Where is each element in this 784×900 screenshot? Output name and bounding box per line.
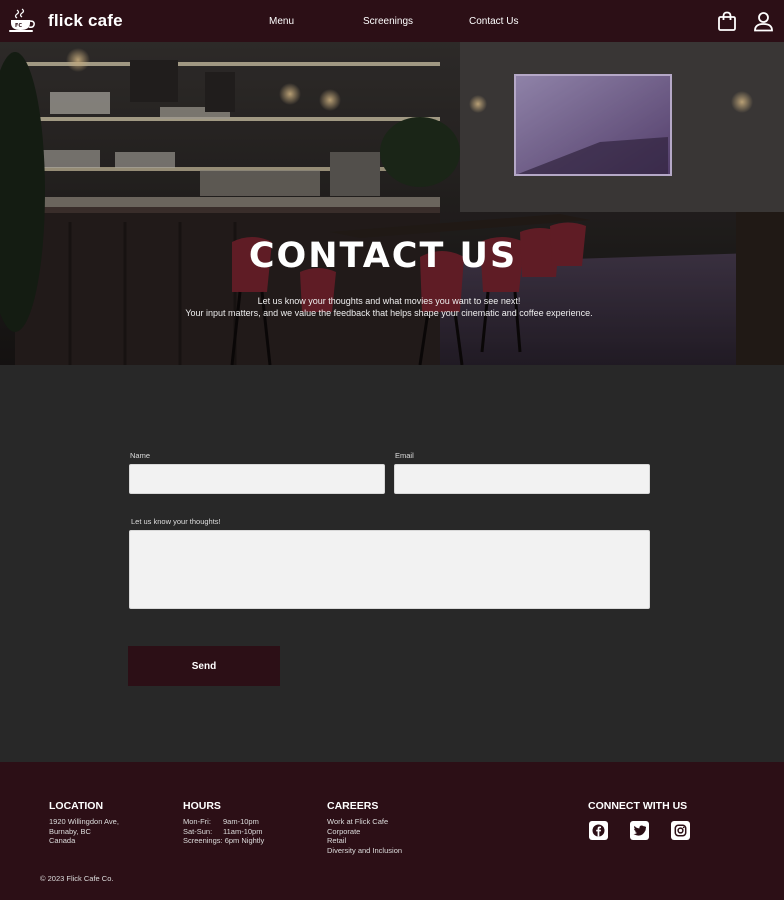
address-line: Burnaby, BC xyxy=(49,826,91,836)
address-line: 1920 Willingdon Ave, xyxy=(49,817,119,826)
shopping-bag-icon[interactable] xyxy=(717,11,737,32)
nav-link-menu[interactable]: Menu xyxy=(269,16,294,27)
instagram-icon[interactable] xyxy=(671,821,690,840)
hours-list: Mon-Fri: 9am-10pm Sat-Sun: 11am-10pm Scree… xyxy=(183,817,264,846)
page-title: CONTACT US xyxy=(248,236,518,276)
careers-link-corporate[interactable]: Corporate xyxy=(327,827,402,837)
coffee-cup-logo-icon[interactable]: FC xyxy=(8,8,36,34)
facebook-icon[interactable] xyxy=(589,821,608,840)
hours-day-label: Sat-Sun: xyxy=(183,826,213,836)
screenings-hours: Screenings: 6pm Nightly xyxy=(183,836,265,846)
svg-text:FC: FC xyxy=(15,23,22,29)
nav-link-contact-us[interactable]: Contact Us xyxy=(469,16,518,27)
email-label: Email xyxy=(395,451,414,460)
user-account-icon[interactable] xyxy=(753,11,774,32)
location-address: 1920 Willingdon Ave, Burnaby, BC Canada xyxy=(49,817,119,846)
top-nav-bar: FC flick cafe Menu Screenings Contact Us xyxy=(0,0,784,42)
twitter-icon[interactable] xyxy=(630,821,649,840)
careers-heading: CAREERS xyxy=(327,800,379,812)
hero-subtitle-line1: Let us know your thoughts and what movie… xyxy=(257,296,521,306)
nav-link-screenings[interactable]: Screenings xyxy=(363,16,413,27)
connect-heading: CONNECT WITH US xyxy=(588,800,688,812)
careers-link-diversity[interactable]: Diversity and Inclusion xyxy=(327,846,402,856)
hours-heading: HOURS xyxy=(183,800,221,812)
careers-links: Work at Flick Cafe Corporate Retail Dive… xyxy=(327,817,402,855)
message-textarea[interactable] xyxy=(129,530,650,609)
hours-time: 9am-10pm xyxy=(223,817,259,826)
copyright-text: © 2023 Flick Cafe Co. xyxy=(40,874,114,883)
hero-subtitle-line2: Your input matters, and we value the fee… xyxy=(185,308,593,318)
send-button[interactable]: Send xyxy=(128,646,280,686)
careers-link-retail[interactable]: Retail xyxy=(327,836,402,846)
name-field[interactable] xyxy=(129,464,385,494)
careers-link-work-at-flick-cafe[interactable]: Work at Flick Cafe xyxy=(327,817,402,827)
hours-row: Sat-Sun: 11am-10pm xyxy=(183,827,264,837)
message-label: Let us know your thoughts! xyxy=(131,517,221,526)
email-field[interactable] xyxy=(394,464,650,494)
hero-banner: CONTACT US Let us know your thoughts and… xyxy=(0,42,784,365)
hours-time: 11am-10pm xyxy=(223,826,263,836)
hours-day-label: Mon-Fri: xyxy=(183,817,211,826)
brand-name[interactable]: flick cafe xyxy=(48,11,123,31)
address-line: Canada xyxy=(49,836,76,846)
hours-row: Mon-Fri: 9am-10pm xyxy=(183,817,264,827)
site-footer: LOCATION 1920 Willingdon Ave, Burnaby, B… xyxy=(0,762,784,900)
name-label: Name xyxy=(130,451,151,460)
location-heading: LOCATION xyxy=(49,800,104,812)
